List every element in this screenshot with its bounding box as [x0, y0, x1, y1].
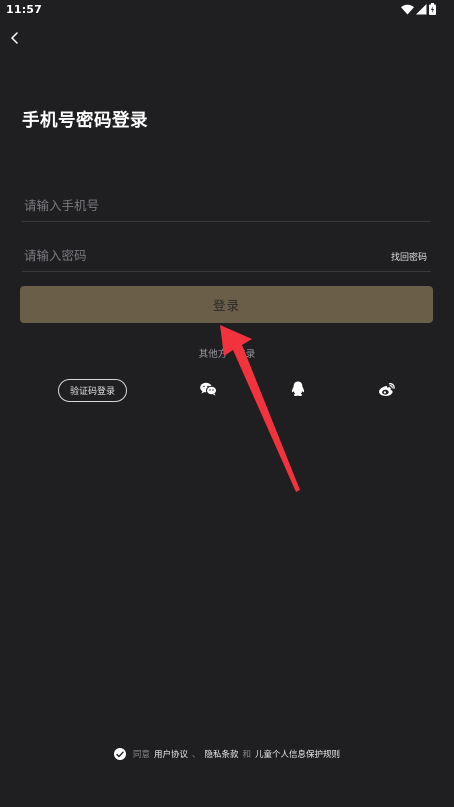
agree-prefix: 同意 — [132, 750, 150, 760]
privacy-terms-link[interactable]: 隐私条款 — [205, 748, 239, 760]
login-screen: 11:57 手机号密码登录 找回密码 登录 其他方登 — [0, 0, 454, 807]
other-login-label: 其他方 登录 — [0, 346, 454, 360]
other-login-suffix: 登录 — [236, 349, 256, 360]
qq-icon — [291, 381, 305, 396]
agreement-row: 同意 用户协议 、 隐私条款 和 儿童个人信息保护规则 — [0, 748, 454, 760]
phone-field-row — [22, 186, 431, 222]
chevron-left-icon — [11, 32, 18, 44]
weibo-icon — [379, 382, 395, 396]
agreement-separator: 、 — [191, 750, 201, 760]
user-agreement-link[interactable]: 用户协议 — [154, 748, 188, 760]
agreement-checkbox[interactable] — [113, 748, 126, 760]
page-title: 手机号密码登录 — [22, 111, 148, 131]
forgot-password-link[interactable]: 找回密码 — [391, 250, 427, 263]
status-time: 11:57 — [6, 3, 43, 16]
login-button[interactable]: 登录 — [20, 286, 433, 323]
wechat-icon — [199, 382, 217, 396]
status-bar: 11:57 — [0, 0, 454, 20]
login-button-label: 登录 — [212, 298, 240, 313]
sms-login-label: 验证码登录 — [69, 387, 115, 397]
wifi-icon — [401, 4, 414, 14]
cellular-signal-icon — [416, 3, 427, 14]
status-icons — [401, 3, 436, 15]
children-privacy-link[interactable]: 儿童个人信息保护规则 — [255, 748, 340, 760]
qq-login-button[interactable] — [289, 380, 307, 398]
wechat-login-button[interactable] — [199, 380, 217, 398]
battery-icon — [429, 3, 436, 15]
phone-input[interactable] — [22, 194, 362, 216]
password-field-row: 找回密码 — [22, 236, 431, 272]
password-input[interactable] — [22, 244, 362, 266]
weibo-login-button[interactable] — [378, 380, 396, 398]
back-button[interactable] — [4, 27, 26, 49]
other-login-prefix: 其他方 — [198, 349, 228, 360]
check-icon — [116, 751, 124, 757]
agreement-and: 和 — [242, 750, 252, 760]
sms-login-button[interactable]: 验证码登录 — [58, 379, 127, 402]
